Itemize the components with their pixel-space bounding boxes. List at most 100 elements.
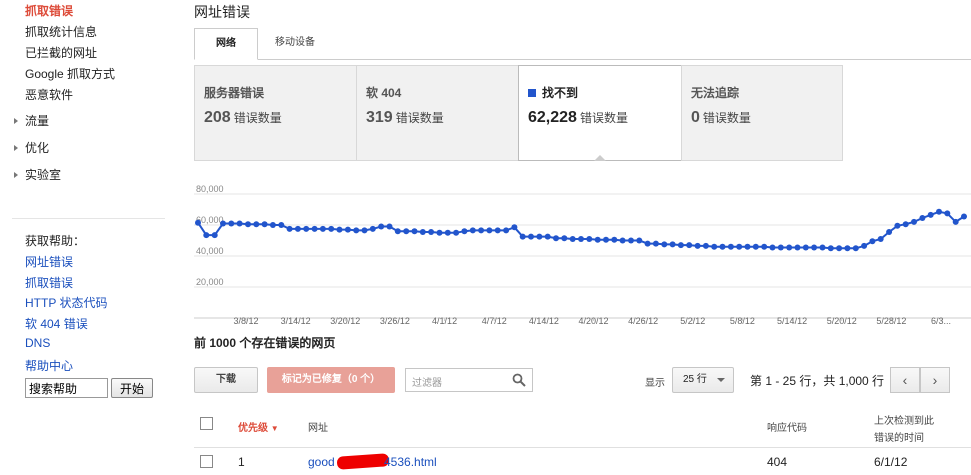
data-point <box>911 218 917 225</box>
rows-per-page-value: 25 行 <box>683 374 707 385</box>
data-point <box>328 225 335 232</box>
mark-as-fixed-button[interactable]: 标记为已修复（0 个） <box>267 367 395 393</box>
data-point <box>952 218 959 225</box>
count-unit: 错误数量 <box>702 111 751 125</box>
data-point <box>428 229 435 235</box>
row-url-end[interactable]: 4536.html <box>384 455 437 469</box>
column-header-url[interactable]: 网址 <box>308 419 328 434</box>
sidebar-item-fetch-as-google[interactable]: Google 抓取方式 <box>25 65 115 82</box>
help-link-soft-404[interactable]: 软 404 错误 <box>25 315 88 332</box>
data-point <box>278 222 285 228</box>
summary-card-not-followed[interactable]: 无法追踪 0 错误数量 <box>681 65 843 161</box>
data-point <box>744 243 751 250</box>
next-page-button[interactable]: › <box>920 367 950 393</box>
data-point <box>844 245 851 252</box>
data-point <box>694 242 701 249</box>
data-point <box>669 241 676 248</box>
sidebar-group-label: 实验室 <box>25 168 62 182</box>
data-point <box>553 235 559 242</box>
sidebar-item-crawl-errors[interactable]: 抓取错误 <box>25 2 73 19</box>
data-point <box>444 229 451 236</box>
x-tick-label: 4/20/12 <box>578 316 608 326</box>
summary-card-soft-404[interactable]: 软 404 319 错误数量 <box>356 65 519 161</box>
data-point <box>603 236 609 243</box>
x-tick-label: 5/20/12 <box>827 316 857 326</box>
data-point <box>203 232 210 239</box>
column-header-label: 上次检测到此 <box>874 416 934 427</box>
data-point <box>927 211 934 218</box>
row-response-code: 404 <box>767 455 788 469</box>
column-header-response-code[interactable]: 响应代码 <box>767 419 807 434</box>
filter-input[interactable]: 过滤器 <box>405 368 533 392</box>
paging-info: 第 1 - 25 行，共 1,000 行 <box>750 374 885 388</box>
column-header-last-detected[interactable]: 上次检测到此 错误的时间 <box>874 412 934 444</box>
data-point <box>836 245 843 252</box>
data-point <box>519 233 526 240</box>
sidebar-item-malware[interactable]: 恶意软件 <box>25 86 73 103</box>
card-count: 208 错误数量 <box>204 109 282 127</box>
count-value: 0 <box>691 109 700 126</box>
data-point <box>378 223 385 230</box>
data-point <box>195 219 201 226</box>
help-link-http-status[interactable]: HTTP 状态代码 <box>25 294 107 311</box>
search-icon[interactable] <box>512 373 526 387</box>
count-unit: 错误数量 <box>233 111 282 125</box>
help-link-url-errors[interactable]: 网址错误 <box>25 253 73 270</box>
data-point <box>411 228 418 235</box>
sidebar-group-traffic[interactable]: 流量 <box>14 112 49 129</box>
x-tick-label: 3/20/12 <box>330 316 360 326</box>
data-point <box>578 236 584 242</box>
data-point <box>661 241 668 248</box>
data-point <box>561 235 568 242</box>
data-point <box>353 227 360 234</box>
data-point <box>503 227 510 234</box>
data-point <box>311 225 318 232</box>
data-point <box>619 237 626 244</box>
data-point <box>419 229 426 235</box>
help-link-help-center[interactable]: 帮助中心 <box>25 357 73 374</box>
x-tick-label: 5/2/12 <box>680 316 705 326</box>
show-label: 显示 <box>645 378 665 389</box>
data-point <box>453 229 460 236</box>
data-point <box>369 225 376 232</box>
help-search-input[interactable] <box>25 378 108 398</box>
count-unit: 错误数量 <box>579 111 628 125</box>
y-tick-label: 20,000 <box>196 277 224 287</box>
data-point <box>394 228 401 235</box>
data-point <box>936 208 942 215</box>
data-point <box>261 221 268 228</box>
card-title: 服务器错误 <box>204 86 265 100</box>
rows-per-page-select[interactable]: 25 行 <box>672 367 734 393</box>
select-all-checkbox[interactable] <box>200 417 213 430</box>
x-tick-label: 3/14/12 <box>281 316 311 326</box>
summary-card-server-error[interactable]: 服务器错误 208 错误数量 <box>194 65 357 161</box>
sidebar-group-labs[interactable]: 实验室 <box>14 166 61 183</box>
data-point <box>861 242 868 249</box>
help-search-button[interactable]: 开始 <box>111 378 153 398</box>
summary-card-not-found[interactable]: 找不到 62,228 错误数量 <box>518 65 682 161</box>
sidebar-group-optimization[interactable]: 优化 <box>14 139 49 156</box>
help-link-crawl-errors[interactable]: 抓取错误 <box>25 274 73 291</box>
data-point <box>711 243 718 250</box>
data-point <box>727 243 734 250</box>
row-url-start[interactable]: good <box>308 455 335 469</box>
page-title: 网址错误 <box>194 4 250 20</box>
row-checkbox[interactable] <box>200 455 213 468</box>
column-header-label: 错误的时间 <box>874 433 924 444</box>
expand-arrow-icon <box>14 171 18 178</box>
tab-web[interactable]: 网络 <box>194 28 258 60</box>
prev-page-button[interactable]: ‹ <box>890 367 920 393</box>
download-button[interactable]: 下载 <box>194 367 258 393</box>
data-point <box>211 232 218 239</box>
help-link-dns[interactable]: DNS <box>25 336 50 350</box>
sidebar-item-crawl-stats[interactable]: 抓取统计信息 <box>25 23 97 40</box>
data-point <box>777 244 784 251</box>
column-header-priority[interactable]: 优先级 ▼ <box>238 419 279 434</box>
data-point <box>869 238 876 245</box>
data-point <box>511 224 518 231</box>
card-title: 软 404 <box>366 86 402 100</box>
tab-mobile[interactable]: 移动设备 <box>262 28 328 60</box>
sidebar-item-blocked-urls[interactable]: 已拦截的网址 <box>25 44 97 61</box>
x-tick-label: 5/8/12 <box>730 316 755 326</box>
expand-arrow-icon <box>14 144 18 151</box>
